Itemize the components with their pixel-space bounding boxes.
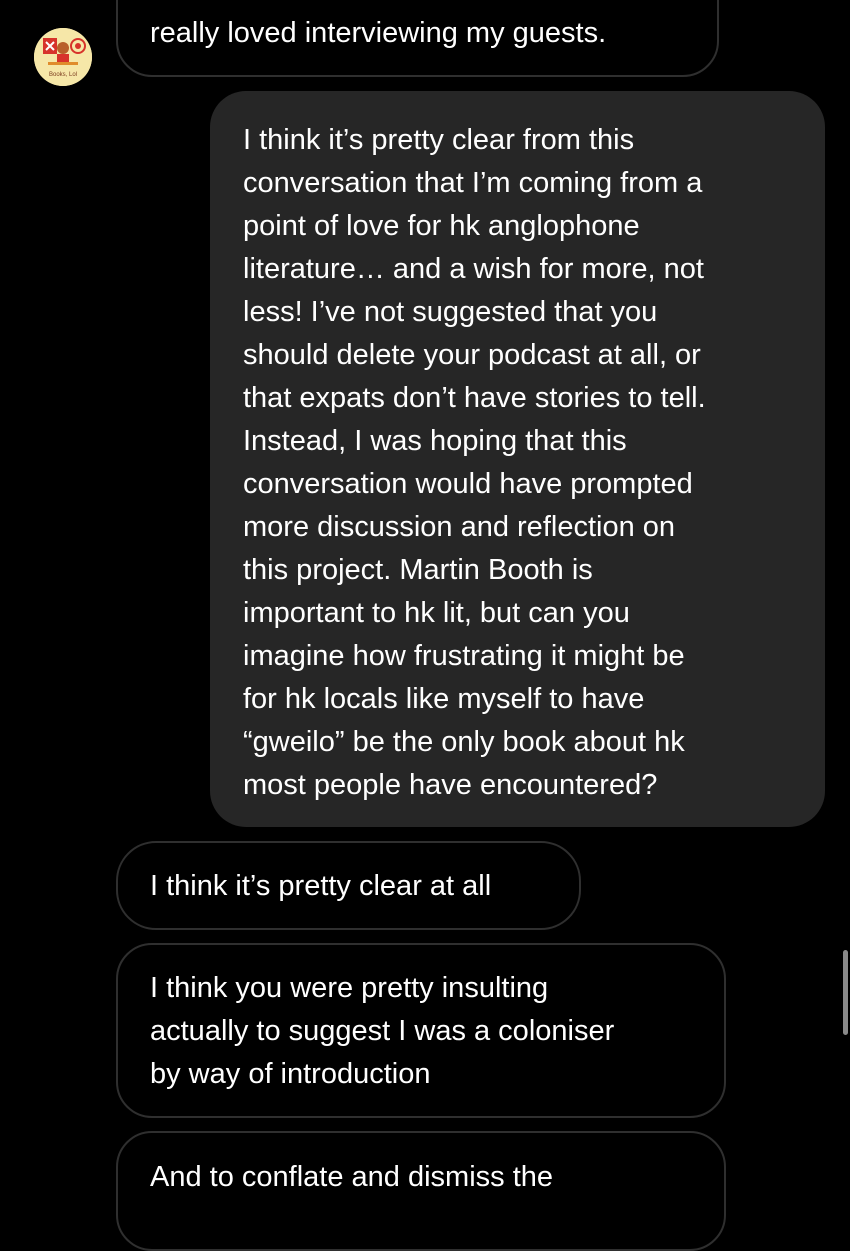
message-line: more discussion and reflection on [243, 511, 676, 543]
message-line: And to conflate and dismiss the [150, 1161, 554, 1193]
message-line: for hk locals like myself to have [243, 683, 645, 715]
message-bubble-incoming[interactable]: I think you were pretty insulting actual… [116, 943, 726, 1118]
logo-text: Books, Lol [49, 72, 77, 78]
message-bubble-incoming[interactable]: really loved interviewing my guests. [116, 0, 719, 77]
message-bubble-outgoing[interactable]: I think it’s pretty clear from this conv… [210, 91, 825, 827]
message-line: Instead, I was hoping that this [243, 425, 627, 457]
message-line: less! I’ve not suggested that you [243, 296, 658, 328]
avatar[interactable]: Books, Lol [34, 28, 92, 86]
message-line: literature… and a wish for more, not [243, 253, 704, 285]
message-line: point of love for hk anglophone [243, 210, 640, 242]
message-line: conversation that I’m coming from a [243, 167, 703, 199]
message-line: conversation would have prompted [243, 468, 693, 500]
message-line: should delete your podcast at all, or [243, 339, 701, 371]
message-line: I think it’s pretty clear from this [243, 124, 635, 156]
message-line: I think you were pretty insulting [150, 972, 549, 1004]
scrollbar[interactable] [843, 950, 848, 1035]
message-line: I think it’s pretty clear at all [150, 870, 492, 902]
message-line: imagine how frustrating it might be [243, 640, 685, 672]
message-line: by way of introduction [150, 1058, 431, 1090]
message-line: this project. Martin Booth is [243, 554, 593, 586]
message-line: “gweilo” be the only book about hk [243, 726, 685, 758]
message-line: most people have encountered? [243, 769, 658, 801]
books-lol-podcast-logo-icon: Books, Lol [34, 28, 92, 86]
message-line: important to hk lit, but can you [243, 597, 630, 629]
message-bubble-incoming[interactable]: I think it’s pretty clear at all [116, 841, 581, 930]
message-line: that expats don’t have stories to tell. [243, 382, 706, 414]
message-line: really loved interviewing my guests. [150, 17, 607, 49]
message-line: actually to suggest I was a coloniser [150, 1015, 615, 1047]
message-bubble-incoming[interactable]: And to conflate and dismiss the [116, 1131, 726, 1251]
